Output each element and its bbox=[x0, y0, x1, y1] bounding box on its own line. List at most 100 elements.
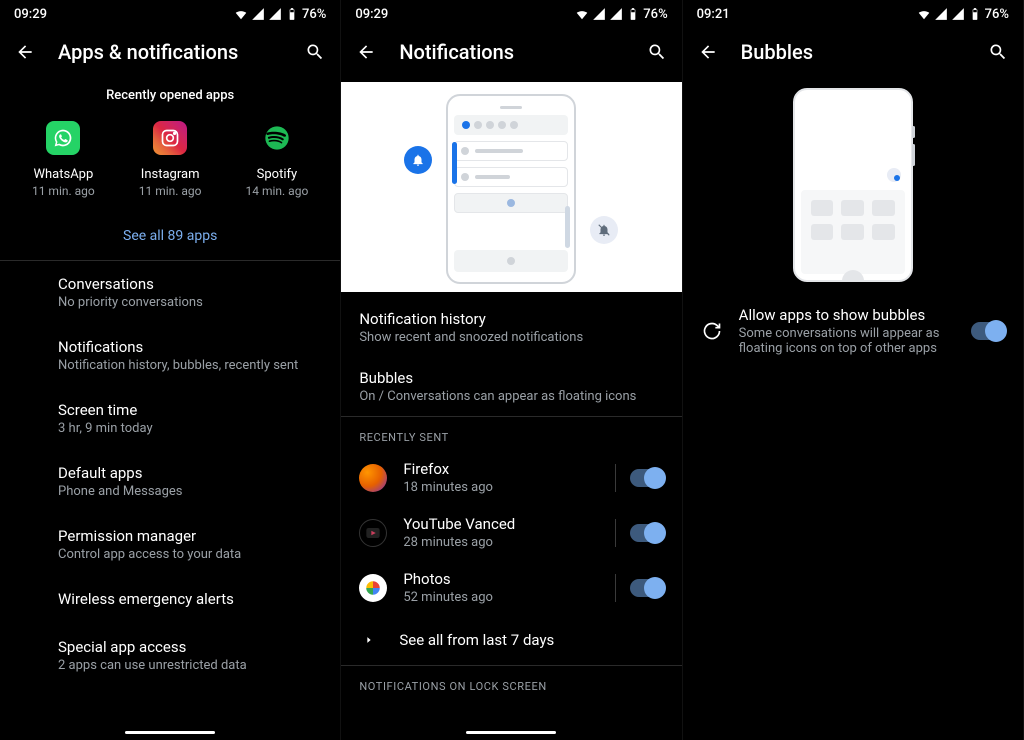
signal-icon-2 bbox=[951, 7, 965, 21]
statusbar: 09:29 76% bbox=[0, 0, 340, 28]
battery-percent: 76% bbox=[643, 7, 667, 22]
header: Bubbles bbox=[683, 28, 1023, 82]
app-sub: 14 min. ago bbox=[246, 184, 309, 198]
illus-accent-bar-2 bbox=[565, 206, 570, 248]
toggle-photos[interactable] bbox=[630, 579, 664, 597]
recently-sent-header: RECENTLY SENT bbox=[341, 417, 681, 450]
item-sub: Phone and Messages bbox=[58, 484, 320, 499]
recent-app-instagram[interactable]: Instagram 11 min. ago bbox=[120, 121, 220, 198]
recent-name: Photos bbox=[403, 570, 598, 588]
item-notification-history[interactable]: Notification history Show recent and sno… bbox=[341, 298, 681, 357]
item-sub: On / Conversations can appear as floatin… bbox=[359, 389, 663, 404]
recent-sub: 18 minutes ago bbox=[403, 480, 598, 495]
item-sub: 3 hr, 9 min today bbox=[58, 421, 320, 436]
item-title: Screen time bbox=[58, 401, 320, 419]
bell-off-icon bbox=[590, 216, 618, 244]
toggle-firefox[interactable] bbox=[630, 469, 664, 487]
see-all-recent-link[interactable]: See all from last 7 days bbox=[341, 615, 681, 665]
item-conversations[interactable]: Conversations No priority conversations bbox=[0, 261, 340, 324]
screen-notifications: 09:29 76% Notifications bbox=[341, 0, 682, 740]
arrow-back-icon bbox=[698, 42, 718, 62]
app-sub: 11 min. ago bbox=[32, 184, 95, 198]
item-title: Special app access bbox=[58, 638, 320, 656]
status-time: 09:29 bbox=[355, 7, 388, 22]
item-title: Wireless emergency alerts bbox=[58, 590, 320, 608]
see-all-apps-link[interactable]: See all 89 apps bbox=[0, 212, 340, 260]
item-allow-bubbles[interactable]: Allow apps to show bubbles Some conversa… bbox=[683, 296, 1023, 366]
statusbar: 09:29 76% bbox=[341, 0, 681, 28]
toggle-youtube-vanced[interactable] bbox=[630, 524, 664, 542]
signal-icon-2 bbox=[268, 7, 282, 21]
signal-icon bbox=[934, 7, 948, 21]
wifi-icon bbox=[234, 7, 248, 21]
item-title: Default apps bbox=[58, 464, 320, 482]
settings-list: Notification history Show recent and sno… bbox=[341, 292, 681, 416]
recent-app-whatsapp[interactable]: WhatsApp 11 min. ago bbox=[13, 121, 113, 198]
recent-apps-row: WhatsApp 11 min. ago Instagram 11 min. a… bbox=[0, 121, 340, 212]
battery-icon bbox=[968, 7, 982, 21]
search-button[interactable] bbox=[987, 41, 1009, 63]
status-icons: 76% bbox=[234, 7, 326, 22]
search-button[interactable] bbox=[304, 41, 326, 63]
item-sub: No priority conversations bbox=[58, 295, 320, 310]
photos-icon bbox=[359, 574, 387, 602]
arrow-back-icon bbox=[356, 42, 376, 62]
toggle-allow-bubbles[interactable] bbox=[971, 322, 1005, 340]
item-title: Permission manager bbox=[58, 527, 320, 545]
battery-percent: 76% bbox=[985, 7, 1009, 22]
battery-percent: 76% bbox=[302, 7, 326, 22]
nav-handle[interactable] bbox=[125, 731, 215, 734]
status-time: 09:21 bbox=[697, 7, 730, 22]
item-special-app-access[interactable]: Special app access 2 apps can use unrest… bbox=[0, 624, 340, 687]
signal-icon-2 bbox=[609, 7, 623, 21]
item-sub: Control app access to your data bbox=[58, 547, 320, 562]
item-permission-manager[interactable]: Permission manager Control app access to… bbox=[0, 513, 340, 576]
recent-app-spotify[interactable]: Spotify 14 min. ago bbox=[227, 121, 327, 198]
recent-app-youtube-vanced[interactable]: YouTube Vanced 28 minutes ago bbox=[341, 505, 681, 560]
recent-name: YouTube Vanced bbox=[403, 515, 598, 533]
screen-bubbles: 09:21 76% Bubbles bbox=[683, 0, 1024, 740]
recent-sub: 52 minutes ago bbox=[403, 590, 598, 605]
notifications-illustration bbox=[341, 82, 681, 292]
see-all-label: See all from last 7 days bbox=[399, 631, 554, 649]
item-notifications[interactable]: Notifications Notification history, bubb… bbox=[0, 324, 340, 387]
bubbles-illustration bbox=[683, 82, 1023, 296]
back-button[interactable] bbox=[14, 41, 36, 63]
item-default-apps[interactable]: Default apps Phone and Messages bbox=[0, 450, 340, 513]
instagram-icon bbox=[153, 121, 187, 155]
status-icons: 76% bbox=[575, 7, 667, 22]
app-name: WhatsApp bbox=[33, 167, 93, 182]
item-sub: 2 apps can use unrestricted data bbox=[58, 658, 320, 673]
item-bubbles[interactable]: Bubbles On / Conversations can appear as… bbox=[341, 357, 681, 416]
firefox-icon bbox=[359, 464, 387, 492]
search-icon bbox=[988, 42, 1008, 62]
back-button[interactable] bbox=[697, 41, 719, 63]
page-title: Apps & notifications bbox=[58, 40, 304, 64]
item-wireless-alerts[interactable]: Wireless emergency alerts bbox=[0, 576, 340, 624]
spotify-icon bbox=[260, 121, 294, 155]
recent-app-photos[interactable]: Photos 52 minutes ago bbox=[341, 560, 681, 615]
item-sub: Notification history, bubbles, recently … bbox=[58, 358, 320, 373]
screen-apps-notifications: 09:29 76% Apps & notifications Recently … bbox=[0, 0, 341, 740]
header: Apps & notifications bbox=[0, 28, 340, 82]
status-icons: 76% bbox=[917, 7, 1009, 22]
recent-app-firefox[interactable]: Firefox 18 minutes ago bbox=[341, 450, 681, 505]
arrow-back-icon bbox=[15, 42, 35, 62]
nav-handle[interactable] bbox=[466, 731, 556, 734]
item-screen-time[interactable]: Screen time 3 hr, 9 min today bbox=[0, 387, 340, 450]
app-sub: 11 min. ago bbox=[139, 184, 202, 198]
item-sub: Show recent and snoozed notifications bbox=[359, 330, 663, 345]
item-title: Notification history bbox=[359, 310, 663, 328]
recent-apps-label: Recently opened apps bbox=[0, 82, 340, 121]
item-title: Allow apps to show bubbles bbox=[739, 306, 955, 324]
back-button[interactable] bbox=[355, 41, 377, 63]
search-icon bbox=[305, 42, 325, 62]
recent-name: Firefox bbox=[403, 460, 598, 478]
app-name: Instagram bbox=[141, 167, 200, 182]
item-title: Conversations bbox=[58, 275, 320, 293]
bell-on-icon bbox=[404, 146, 432, 174]
settings-list: Conversations No priority conversations … bbox=[0, 261, 340, 687]
signal-icon bbox=[592, 7, 606, 21]
battery-icon bbox=[626, 7, 640, 21]
search-button[interactable] bbox=[646, 41, 668, 63]
